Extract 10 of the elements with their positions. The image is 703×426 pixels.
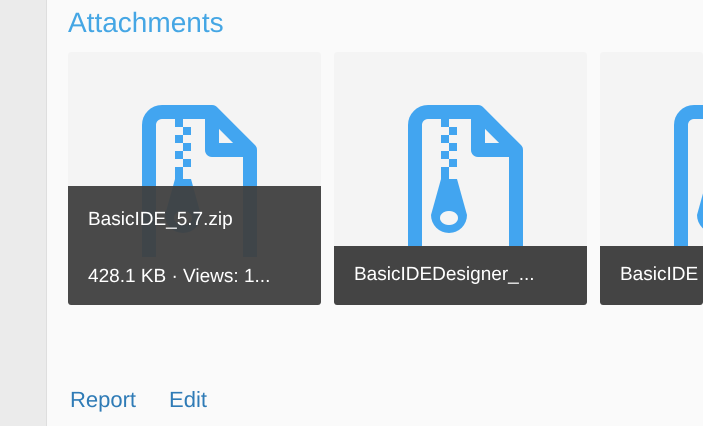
- action-link[interactable]: Edit: [169, 383, 207, 416]
- file-name: BasicIDEDesigner_...: [354, 263, 535, 288]
- file-meta: 428.1 KB · Views: 1...: [88, 264, 270, 288]
- attachment-card[interactable]: BasicIDE_5.7.zip 428.1 KB · Views: 1...: [68, 52, 321, 305]
- file-name: BasicIDE: [620, 263, 698, 288]
- attachment-card[interactable]: BasicIDE: [600, 52, 703, 305]
- action-link[interactable]: Report: [70, 383, 136, 416]
- attachment-card[interactable]: BasicIDEDesigner_...: [334, 52, 587, 305]
- file-name: BasicIDE_5.7.zip: [88, 208, 233, 232]
- section-heading: Attachments: [68, 6, 224, 40]
